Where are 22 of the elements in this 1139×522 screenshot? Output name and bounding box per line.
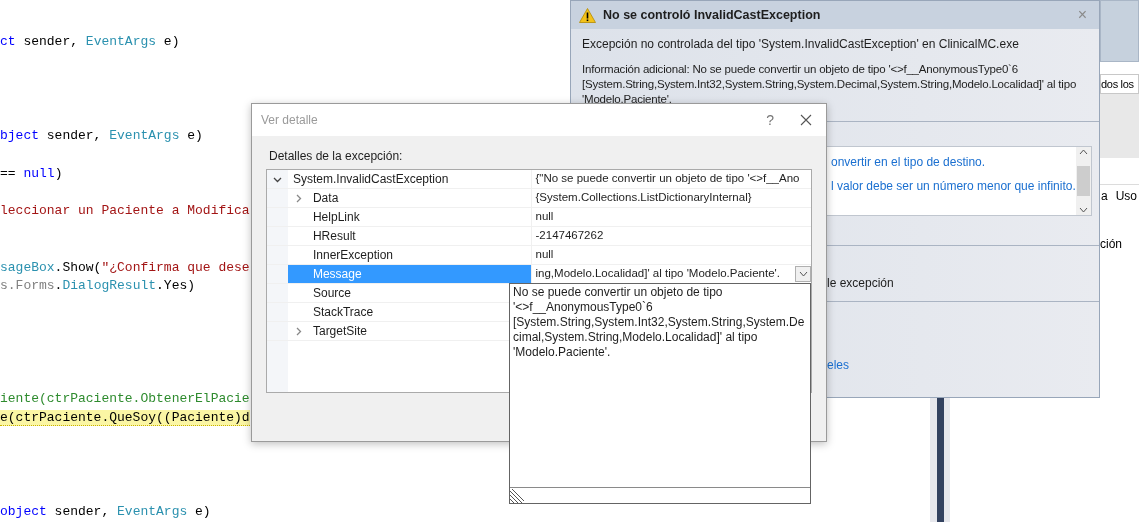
property-value: -2147467262 — [535, 228, 604, 244]
list-text: ción — [1100, 236, 1123, 253]
code-line: bject sender, EventArgs e) — [0, 128, 203, 143]
section-text: le excepción — [827, 275, 895, 292]
property-value: null — [535, 209, 554, 225]
exception-summary: Excepción no controlada del tipo 'System.InvalidCastException' en ClinicalMC.exe — [582, 36, 1020, 53]
property-value: {System.Collections.ListDictionaryInternal} — [535, 190, 752, 206]
code-line: sageBox.Show("¿Confirma que dese — [0, 259, 250, 275]
code-line: ct sender, EventArgs e) — [0, 34, 180, 49]
code-line: s.Forms.DialogResult.Yes) — [0, 278, 196, 294]
property-value: ing,Modelo.Localidad]' al tipo 'Modelo.Paciente'. — [535, 266, 780, 282]
message-text: No se puede convertir un objeto de tipo '<>f__AnonymousType0`6 [System.String,System.Int32,System.String,System.Decimal,System.String,Modelo.Localidad]' al tipo 'Modelo.Paciente'. — [512, 284, 806, 361]
property-value: null — [535, 247, 554, 263]
code-line: == null) — [0, 165, 63, 181]
code-line: iente(ctrPaciente.ObtenerElPacie — [0, 391, 250, 407]
code-line: leccionar un Paciente a Modifica — [0, 203, 250, 219]
exception-details: Información adicional: No se puede convertir un objeto de tipo '<>f__AnonymousType0`6 [System.String,System.Int32,System.String,System.Decimal,System.String,Modelo.Localidad]' al tipo 'Modelo.Paciente'. — [582, 62, 1078, 107]
section-label: Detalles de la excepción: — [269, 148, 404, 165]
code-line: object sender, EventArgs e) — [0, 503, 211, 519]
window-title: No se controló InvalidCastException — [603, 6, 821, 24]
property-value: {"No se puede convertir un objeto de tipo '<>f__Ano — [535, 171, 800, 187]
dialog-title: Ver detalle — [261, 112, 318, 129]
